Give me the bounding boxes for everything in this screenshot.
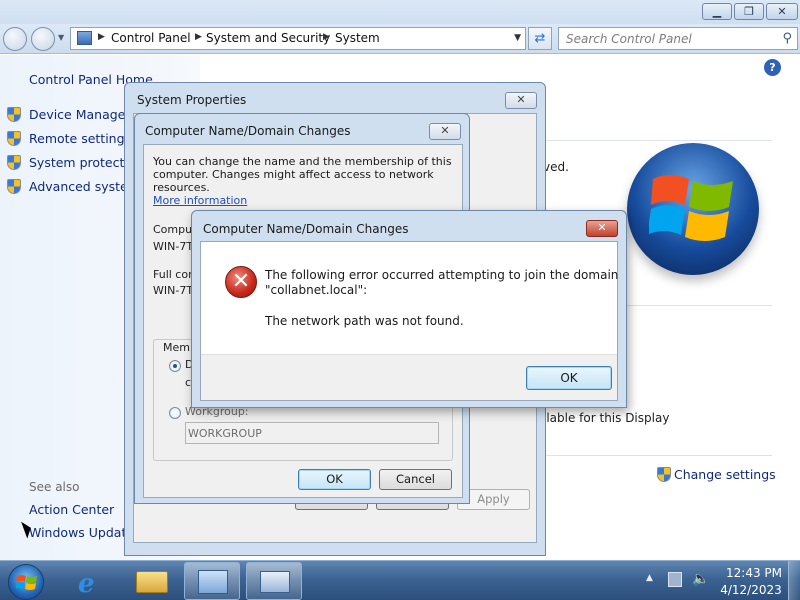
cancel-button[interactable]: Cancel <box>379 469 452 490</box>
folder-icon <box>136 571 168 593</box>
full-computer-name-value: WIN-7T <box>153 284 194 297</box>
taskbar: e ▲ 🔈 12:43 PM 4/12/2023 <box>0 560 800 600</box>
taskbar-file-explorer[interactable] <box>124 562 180 600</box>
error-message-domain: "collabnet.local": <box>265 283 368 297</box>
sidebar-item-system-protection[interactable]: System protection <box>7 155 143 173</box>
control-panel-icon <box>198 570 228 594</box>
dialog-title: System Properties <box>137 93 247 107</box>
start-button[interactable] <box>8 564 44 600</box>
recent-pages-dropdown-icon[interactable]: ▼ <box>58 33 64 42</box>
breadcrumb-separator-icon[interactable]: ▶ <box>323 32 330 42</box>
workgroup-field[interactable]: WORKGROUP <box>185 422 439 444</box>
dialog-title: Computer Name/Domain Changes <box>203 222 409 236</box>
minimize-button[interactable]: ▁ <box>702 3 732 20</box>
error-icon: ✕ <box>225 266 257 298</box>
clock-time[interactable]: 12:43 PM <box>726 566 782 580</box>
window-titlebar: ▁ ❐ ✕ <box>0 0 800 24</box>
forward-button[interactable] <box>31 27 55 51</box>
see-also-heading: See also <box>29 480 80 494</box>
dialog-title: Computer Name/Domain Changes <box>145 124 351 138</box>
internet-explorer-icon: e <box>78 569 95 599</box>
sidebar-item-remote-settings[interactable]: Remote settings <box>7 131 131 149</box>
control-panel-icon <box>77 31 92 45</box>
partial-text: ilable for this Display <box>543 411 670 425</box>
back-button[interactable] <box>3 27 27 51</box>
navigation-bar: ▼ ▶ Control Panel ▶ System and Security … <box>0 24 800 54</box>
taskbar-internet-explorer[interactable]: e <box>62 562 118 600</box>
search-icon[interactable]: ⚲ <box>782 31 792 46</box>
clock-date[interactable]: 4/12/2023 <box>720 583 782 597</box>
show-hidden-icons-icon[interactable]: ▲ <box>646 573 653 583</box>
change-settings-link[interactable]: Change settings <box>657 467 776 482</box>
action-center-link[interactable]: Action Center <box>29 502 114 517</box>
search-input[interactable]: Search Control Panel ⚲ <box>558 27 798 50</box>
description-text: You can change the name and the membersh… <box>153 155 453 207</box>
domain-radio[interactable] <box>169 360 181 372</box>
windows-update-link[interactable]: Windows Update <box>29 525 134 540</box>
ok-button[interactable]: OK <box>298 469 371 490</box>
divider <box>544 455 772 456</box>
close-button[interactable]: ✕ <box>586 220 618 237</box>
error-message-detail: The network path was not found. <box>265 314 464 328</box>
dialog-body: ✕ The following error occurred attemptin… <box>200 241 618 401</box>
breadcrumb-control-panel[interactable]: Control Panel <box>111 31 191 45</box>
close-button[interactable]: ✕ <box>505 92 537 109</box>
windows-logo-icon <box>627 143 759 275</box>
maximize-button[interactable]: ❐ <box>734 3 764 20</box>
uac-shield-icon <box>7 155 21 170</box>
search-placeholder: Search Control Panel <box>566 32 692 46</box>
volume-muted-icon[interactable]: 🔈 <box>692 571 709 587</box>
breadcrumb-separator-icon[interactable]: ▶ <box>195 32 202 42</box>
help-icon[interactable]: ? <box>764 59 781 76</box>
taskbar-control-panel[interactable] <box>184 562 240 600</box>
ok-button[interactable]: OK <box>526 366 612 390</box>
address-bar[interactable]: ▶ Control Panel ▶ System and Security ▶ … <box>70 27 526 50</box>
sidebar-item-advanced-system[interactable]: Advanced system <box>7 179 140 197</box>
windows-flag-icon <box>16 575 37 590</box>
close-button[interactable]: ✕ <box>429 123 461 140</box>
partial-text: ved. <box>543 160 569 174</box>
show-desktop-button[interactable] <box>788 561 800 600</box>
more-information-link[interactable]: More information <box>153 194 453 207</box>
breadcrumb-separator-icon[interactable]: ▶ <box>98 32 105 42</box>
computer-name-field[interactable]: WIN-7T <box>153 240 193 253</box>
sidebar-item-device-manager[interactable]: Device Manager <box>7 107 131 125</box>
uac-shield-icon <box>7 179 21 194</box>
address-dropdown-icon[interactable]: ▼ <box>514 33 521 43</box>
taskbar-system-properties[interactable] <box>246 562 302 600</box>
breadcrumb-system[interactable]: System <box>335 31 380 45</box>
refresh-button[interactable]: ⇄ <box>528 27 552 50</box>
network-icon[interactable] <box>668 572 682 587</box>
close-button[interactable]: ✕ <box>766 3 798 20</box>
workgroup-radio[interactable] <box>169 407 181 419</box>
divider <box>544 140 772 141</box>
system-properties-icon <box>260 571 290 593</box>
uac-shield-icon <box>7 107 21 122</box>
uac-shield-icon <box>7 131 21 146</box>
uac-shield-icon <box>657 467 671 482</box>
error-dialog: Computer Name/Domain Changes ✕ ✕ The fol… <box>191 210 627 408</box>
breadcrumb-system-and-security[interactable]: System and Security <box>206 31 330 45</box>
error-message-line: The following error occurred attempting … <box>265 268 619 282</box>
